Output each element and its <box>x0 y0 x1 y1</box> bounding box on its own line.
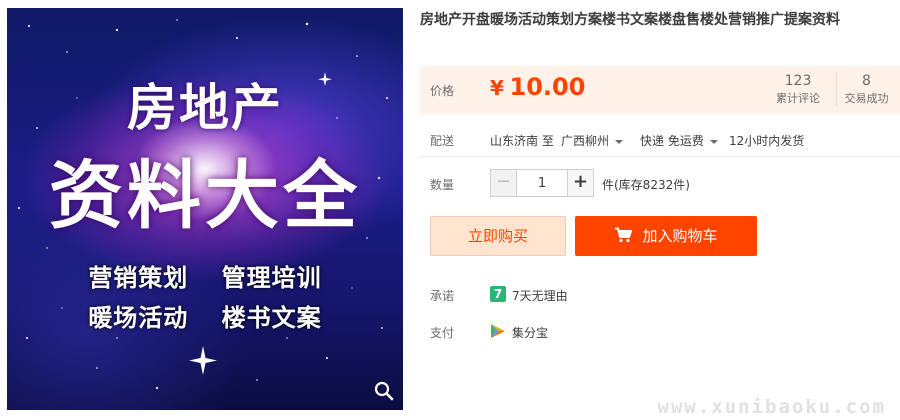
buy-now-button[interactable]: 立即购买 <box>430 216 566 256</box>
stock-info: 件(库存8232件) <box>602 178 690 192</box>
promise-text[interactable]: 7天无理由 <box>512 287 568 304</box>
magnifier-icon[interactable] <box>373 380 395 402</box>
reviews-stat[interactable]: 123 累计评论 <box>768 72 828 107</box>
price-number: 10.00 <box>509 73 586 101</box>
chevron-down-icon <box>615 139 624 144</box>
jifenbao-icon <box>491 324 505 338</box>
watermark: www.xunibaoku.com <box>657 396 886 418</box>
trades-count: 8 <box>862 73 871 89</box>
image-tag: 管理培训 <box>221 264 322 292</box>
add-to-cart-button[interactable]: 加入购物车 <box>575 216 757 256</box>
price-value: ¥ 10.00 <box>490 73 585 101</box>
ship-method-value: 快递 免运费 <box>640 134 704 148</box>
cart-icon <box>615 227 633 243</box>
quantity-input[interactable] <box>518 170 566 196</box>
promise-label: 承诺 <box>430 289 455 303</box>
quantity-label: 数量 <box>430 178 455 192</box>
increase-button[interactable]: + <box>567 170 593 196</box>
divider <box>420 156 900 157</box>
image-tag: 楼书文案 <box>221 304 322 332</box>
payment-text[interactable]: 集分宝 <box>512 324 548 341</box>
chevron-down-icon <box>709 139 718 144</box>
currency-symbol: ¥ <box>490 76 504 100</box>
price-panel: 价格 ¥ 10.00 123 累计评论 8 交易成功 <box>420 66 900 114</box>
seven-day-return-icon: 7 <box>490 286 506 302</box>
payment-label: 支付 <box>430 326 455 340</box>
image-tags-row2: 暖场活动 楼书文案 <box>7 298 403 333</box>
ship-to-value: 广西柳州 <box>561 134 610 148</box>
add-to-cart-label: 加入购物车 <box>642 227 718 245</box>
reviews-count: 123 <box>784 73 812 89</box>
image-title-line2: 资料大全 <box>49 153 361 239</box>
trades-label: 交易成功 <box>844 92 889 105</box>
quantity-stepper: − + <box>490 169 594 197</box>
ship-from: 山东济南 至 <box>490 134 554 148</box>
trades-stat: 8 交易成功 <box>836 72 896 107</box>
image-tag: 营销策划 <box>88 264 189 292</box>
product-title: 房地产开盘暖场活动策划方案楼书文案楼盘售楼处营销推广提案资料 <box>420 12 840 28</box>
dispatch-time: 12小时内发货 <box>729 134 805 148</box>
price-label: 价格 <box>430 84 455 98</box>
image-tags-row1: 营销策划 管理培训 <box>7 258 403 293</box>
reviews-label: 累计评论 <box>776 92 820 105</box>
image-title-line1: 房地产 <box>127 79 283 137</box>
ship-to-dropdown[interactable]: 广西柳州 <box>561 132 624 149</box>
image-tag: 暖场活动 <box>88 304 189 332</box>
product-image[interactable]: 房地产 资料大全 营销策划 管理培训 暖场活动 楼书文案 <box>7 8 403 410</box>
ship-method-dropdown[interactable]: 快递 免运费 <box>640 132 718 149</box>
shipping-label: 配送 <box>430 134 455 148</box>
decrease-button[interactable]: − <box>491 170 517 196</box>
